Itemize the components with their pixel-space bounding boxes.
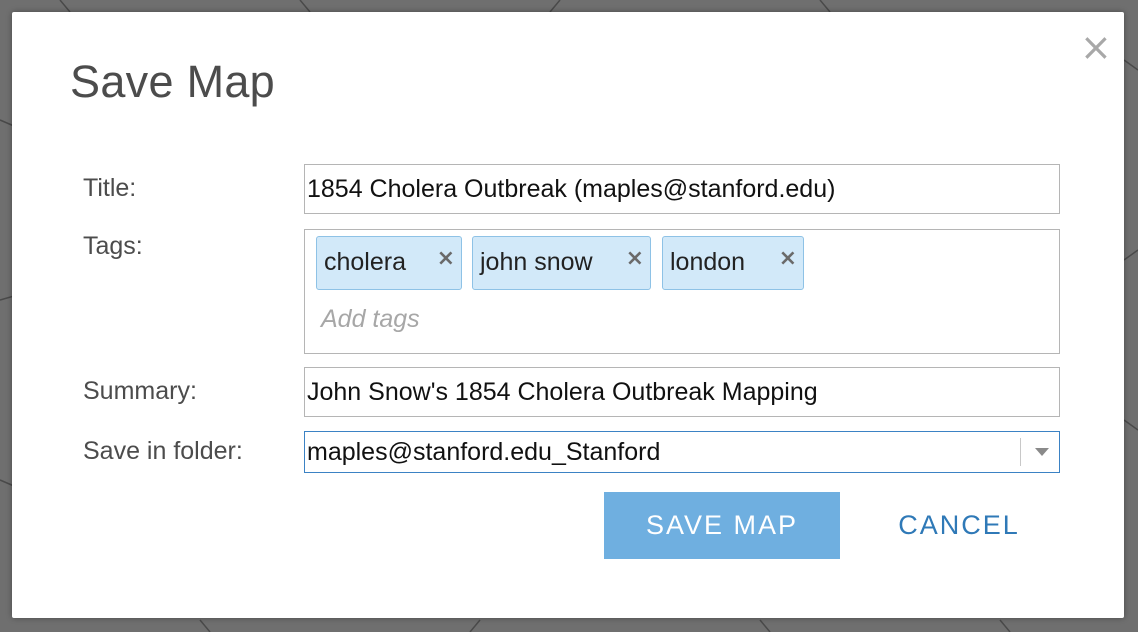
tag-label: cholera (324, 248, 406, 276)
remove-tag-icon[interactable]: × (437, 237, 455, 281)
tag-label: london (670, 248, 746, 276)
tags-label: Tags: (83, 232, 143, 260)
save-map-button[interactable]: SAVE MAP (604, 492, 840, 559)
folder-select[interactable]: maples@stanford.edu_Stanford (304, 431, 1060, 473)
summary-label: Summary: (83, 377, 197, 405)
tags-input[interactable]: cholera × john snow × london × Add tags (304, 229, 1060, 354)
tag-label: john snow (480, 248, 593, 276)
select-divider (1020, 438, 1021, 466)
dialog-title: Save Map (70, 56, 276, 107)
chevron-down-icon[interactable] (1035, 448, 1049, 456)
summary-input[interactable]: John Snow's 1854 Cholera Outbreak Mappin… (304, 367, 1060, 417)
remove-tag-icon[interactable]: × (626, 237, 644, 281)
title-input[interactable]: 1854 Cholera Outbreak (maples@stanford.e… (304, 164, 1060, 214)
remove-tag-icon[interactable]: × (779, 237, 797, 281)
folder-label: Save in folder: (83, 437, 243, 465)
add-tags-placeholder[interactable]: Add tags (321, 305, 420, 334)
tag-chip: cholera × (316, 236, 462, 290)
folder-select-value: maples@stanford.edu_Stanford (307, 438, 661, 466)
tag-chip: john snow × (472, 236, 651, 290)
close-icon[interactable]: × (1080, 28, 1112, 66)
tag-chip: london × (662, 236, 804, 290)
save-map-dialog: × Save Map Title: 1854 Cholera Outbreak … (12, 12, 1124, 618)
cancel-button[interactable]: CANCEL (884, 492, 1034, 559)
title-label: Title: (83, 174, 137, 202)
